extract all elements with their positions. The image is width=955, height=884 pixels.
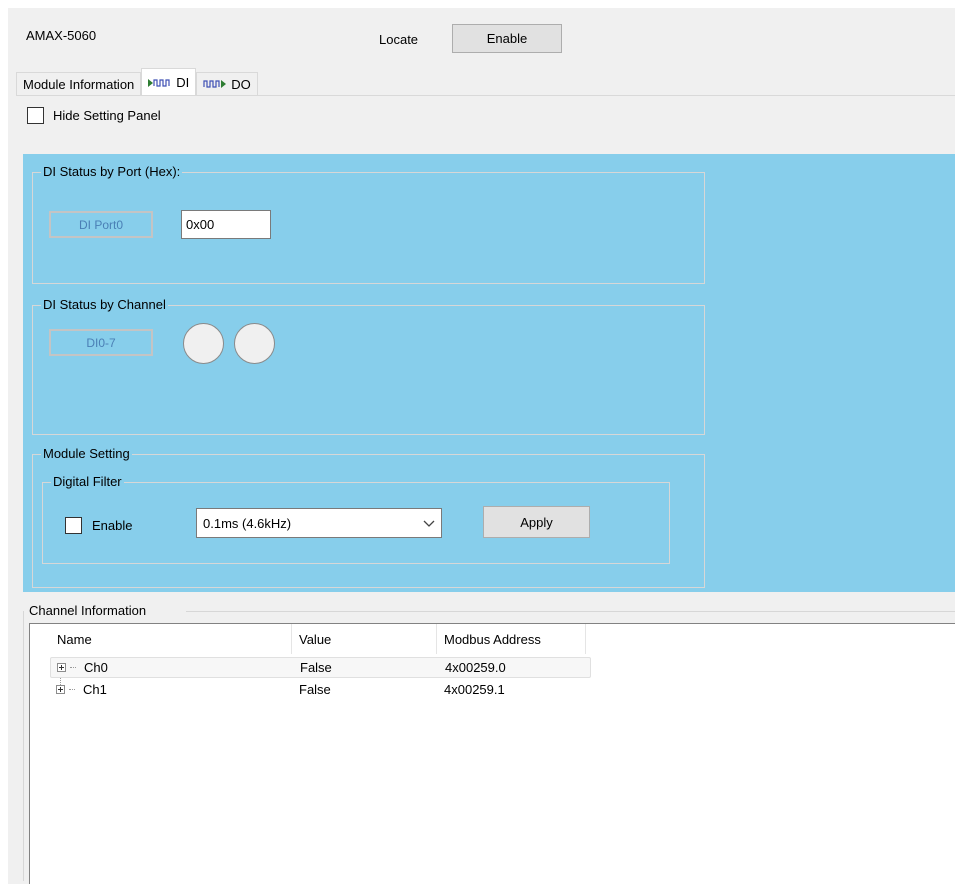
di-status-by-channel-group: DI Status by Channel DI0-7	[32, 297, 705, 435]
di-range-label: DI0-7	[49, 329, 153, 356]
chevron-down-icon	[423, 516, 435, 531]
cell-address: 4x00259.1	[444, 682, 505, 697]
filter-frequency-value: 0.1ms (4.6kHz)	[203, 515, 292, 531]
tree-header: Name Value Modbus Address	[50, 624, 586, 654]
group-title: DI Status by Channel	[41, 297, 168, 312]
channel-information-title: Channel Information	[29, 603, 147, 618]
module-setting-group: Module Setting Digital Filter Enable 0.1…	[32, 446, 705, 588]
apply-button[interactable]: Apply	[483, 506, 590, 538]
cell-value: False	[300, 660, 332, 675]
di-channel-led	[234, 323, 275, 364]
tab-label: DO	[231, 76, 251, 92]
hide-setting-panel-label: Hide Setting Panel	[53, 108, 161, 123]
channel-tree-list[interactable]: Name Value Modbus Address Ch0 False 4x00…	[29, 623, 955, 884]
filter-frequency-select[interactable]: 0.1ms (4.6kHz)	[196, 508, 442, 538]
module-window: AMAX-5060 Locate Enable Module Informati…	[8, 8, 955, 884]
filter-enable-option[interactable]: Enable	[65, 517, 132, 534]
filter-enable-label: Enable	[92, 518, 133, 533]
group-title: DI Status by Port (Hex):	[41, 164, 183, 179]
hide-setting-panel-option[interactable]: Hide Setting Panel	[27, 107, 161, 124]
di-port-label: DI Port0	[49, 211, 153, 238]
tab-module-information[interactable]: Module Information	[16, 72, 142, 96]
channel-name: Ch0	[84, 660, 108, 675]
group-border	[186, 611, 955, 612]
filter-enable-checkbox[interactable]	[65, 517, 82, 534]
tab-label: DI	[176, 75, 190, 90]
tab-di[interactable]: DI	[141, 68, 197, 96]
cell-name: Ch0	[51, 660, 293, 675]
device-name: AMAX-5060	[26, 28, 97, 43]
cell-name: Ch1	[50, 682, 292, 697]
tree-connector	[69, 689, 75, 690]
hide-setting-panel-checkbox[interactable]	[27, 107, 44, 124]
table-row[interactable]: Ch0 False 4x00259.0	[50, 657, 591, 678]
channel-name: Ch1	[83, 682, 107, 697]
di-signal-icon	[148, 78, 172, 88]
cell-value: False	[299, 682, 331, 697]
di-status-by-port-group: DI Status by Port (Hex): DI Port0	[32, 164, 705, 284]
cell-address: 4x00259.0	[445, 660, 506, 675]
tab-label: Module Information	[23, 76, 135, 92]
group-title: Module Setting	[41, 446, 132, 461]
column-header-name[interactable]: Name	[50, 624, 292, 654]
tab-panel-border	[16, 95, 955, 96]
column-header-value[interactable]: Value	[292, 624, 437, 654]
group-border	[23, 611, 24, 881]
setting-panel: DI Status by Port (Hex): DI Port0 DI Sta…	[23, 154, 955, 592]
tab-do[interactable]: DO	[196, 72, 258, 96]
di-port-value-field[interactable]	[181, 210, 271, 239]
locate-enable-button[interactable]: Enable	[452, 24, 562, 53]
table-row[interactable]: Ch1 False 4x00259.1	[50, 679, 591, 700]
group-title: Digital Filter	[51, 474, 124, 489]
di-channel-led	[183, 323, 224, 364]
tab-strip: Module Information DI DO	[16, 68, 258, 96]
expand-icon[interactable]	[56, 685, 65, 694]
expand-icon[interactable]	[57, 663, 66, 672]
tree-connector	[70, 667, 76, 668]
do-signal-icon	[203, 79, 227, 89]
digital-filter-group: Digital Filter Enable 0.1ms (4.6kHz) App…	[42, 474, 670, 564]
locate-label: Locate	[379, 32, 419, 47]
column-header-modbus-address[interactable]: Modbus Address	[437, 624, 586, 654]
